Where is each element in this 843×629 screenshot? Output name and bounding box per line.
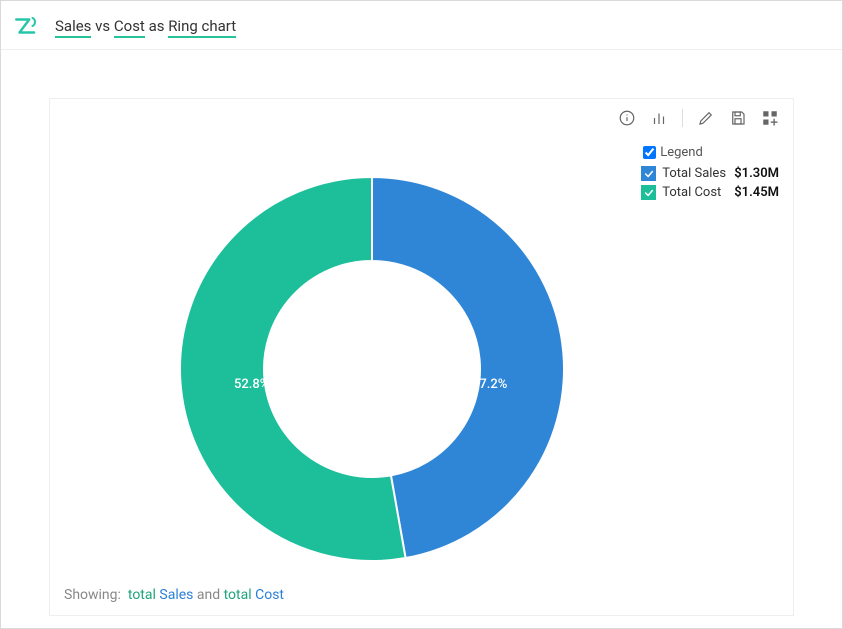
caption-and: and	[197, 587, 220, 603]
caption-cost: Cost	[255, 587, 284, 603]
caption-total2: total	[224, 587, 252, 603]
add-widget-icon[interactable]	[761, 109, 779, 127]
zia-logo-icon	[13, 13, 39, 39]
chart-type-icon[interactable]	[650, 109, 668, 127]
caption-sales: Sales	[159, 587, 193, 603]
chart-toolbar	[50, 99, 793, 127]
query-token-ring: Ring chart	[168, 17, 236, 38]
slice-label-cost: 52.8%	[234, 377, 269, 392]
query-token-cost: Cost	[114, 17, 145, 38]
slice-label-sales: 47.2%	[472, 377, 507, 392]
toolbar-separator	[682, 109, 683, 127]
info-icon[interactable]	[618, 109, 636, 127]
caption-total1: total	[128, 587, 156, 603]
query-token-sales: Sales	[55, 17, 91, 38]
edit-icon[interactable]	[697, 109, 715, 127]
chart-card: Legend Total Sales $1.30M Total Cost $1.…	[49, 98, 794, 616]
save-icon[interactable]	[729, 109, 747, 127]
caption-prefix: Showing:	[64, 587, 121, 603]
query-header: Sales vs Cost as Ring chart	[1, 1, 842, 50]
donut-chart: 47.2% 52.8%	[172, 169, 572, 569]
showing-caption: Showing: total Sales and total Cost	[50, 577, 793, 615]
query-input[interactable]: Sales vs Cost as Ring chart	[51, 11, 830, 41]
chart-area: 47.2% 52.8%	[50, 127, 793, 577]
